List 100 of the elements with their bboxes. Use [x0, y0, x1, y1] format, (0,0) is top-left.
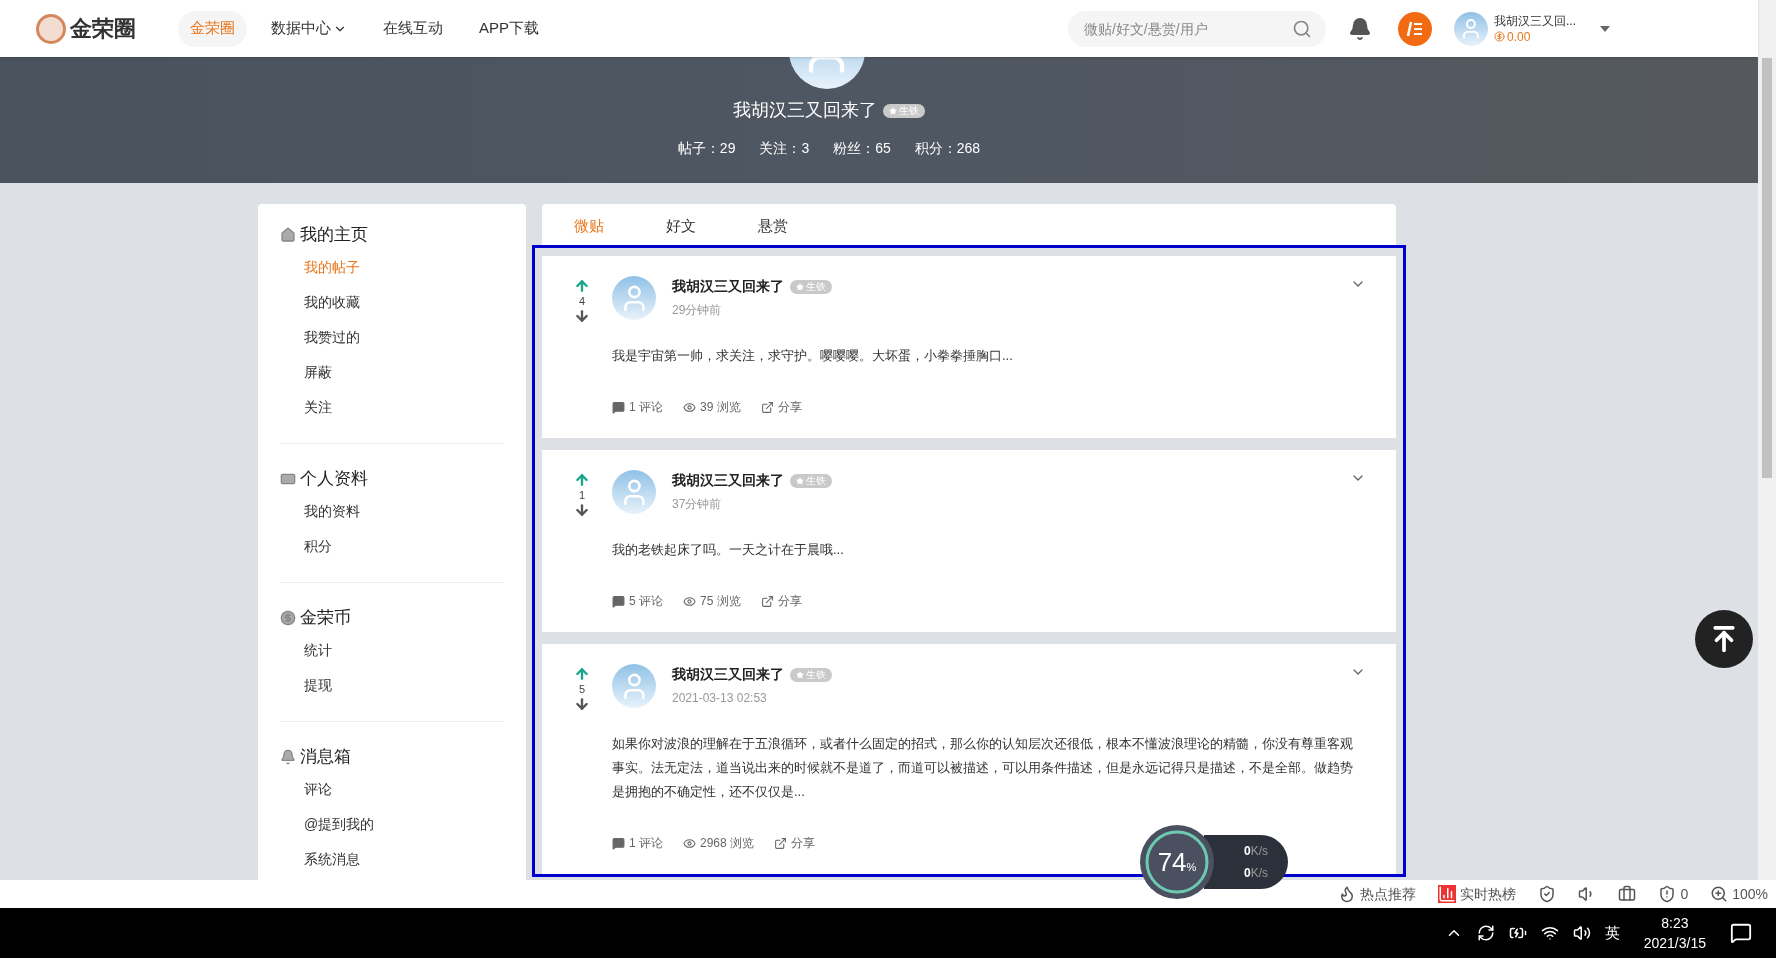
- clock-time[interactable]: 8:23: [1661, 913, 1689, 933]
- sidebar-item[interactable]: 我的收藏: [304, 285, 360, 320]
- tab[interactable]: 好文: [666, 214, 696, 237]
- usage-ring: [1143, 828, 1211, 896]
- sidebar-item[interactable]: 我赞过的: [304, 320, 360, 355]
- input-method[interactable]: 英: [1604, 921, 1620, 945]
- sidebar-heading: 消息箱: [300, 746, 351, 769]
- sidebar-heading: 我的主页: [300, 224, 368, 247]
- post-text[interactable]: 如果你对波浪的理解在于五浪循环，或者什么固定的招式，那么你的认知层次还很低，根本不懂波浪理论的精髓，你没有尊重客观事实。法无定法，道当说出来的时候就不是道了，而道可以被描述，可以用条件描述，但是永远记得只是描述，不是全部。做趋势是拥抱的不确定性，还不仅仅是...: [612, 732, 1364, 804]
- nav-link[interactable]: APP下载: [467, 10, 551, 47]
- author-name[interactable]: 我胡汉三又回来了: [672, 470, 784, 491]
- zoom-icon: [1710, 885, 1729, 903]
- post-text[interactable]: 我是宇宙第一帅，求关注，求守护。嘤嘤嘤。大坏蛋，小拳拳捶胸口...: [612, 344, 1364, 368]
- vote-count: 4: [578, 294, 586, 308]
- view-count: 75 浏览: [700, 593, 741, 610]
- view-count: 2968 浏览: [700, 835, 755, 852]
- avatar: [612, 664, 656, 708]
- wifi-icon[interactable]: [1540, 924, 1559, 942]
- eye-icon: [683, 594, 696, 608]
- avatar: [1454, 11, 1488, 46]
- logo-icon: [36, 13, 66, 44]
- sidebar-item[interactable]: 我的资料: [304, 494, 360, 529]
- usage-percent: 74%: [1157, 845, 1197, 879]
- sidebar-heading: 金荣币: [300, 607, 351, 630]
- sidebar-item[interactable]: 评论: [304, 772, 332, 807]
- sidebar-heading: 个人资料: [300, 468, 368, 491]
- upload-speed: 0K/s: [1243, 843, 1270, 860]
- shield-icon[interactable]: [1538, 885, 1557, 903]
- profile-stat: 关注：3: [759, 139, 810, 158]
- post-time: 2021-03-13 02:53: [672, 690, 768, 707]
- profile-stat: 帖子：29: [677, 139, 736, 158]
- tab[interactable]: 悬赏: [758, 214, 788, 237]
- post-time: 29分钟前: [672, 302, 723, 319]
- comment-icon: [612, 836, 625, 850]
- notification-icon[interactable]: [1730, 922, 1752, 944]
- profile-stat: 积分：268: [914, 139, 981, 158]
- volume-icon[interactable]: [1572, 924, 1591, 942]
- sidebar-item[interactable]: 积分: [304, 529, 332, 564]
- coin-icon: [1494, 31, 1505, 42]
- comment-icon: [612, 594, 625, 608]
- bell-icon: [280, 749, 296, 765]
- comment-count[interactable]: 5 评论: [629, 592, 663, 610]
- sync-icon[interactable]: [1476, 924, 1495, 942]
- search-icon[interactable]: [1292, 18, 1312, 39]
- view-count: 39 浏览: [700, 399, 741, 416]
- downvote-icon[interactable]: [574, 308, 590, 324]
- share-link[interactable]: 分享: [777, 592, 802, 610]
- downvote-icon[interactable]: [574, 502, 590, 518]
- share-icon: [760, 594, 774, 608]
- back-to-top-button[interactable]: [1695, 610, 1753, 668]
- sidebar-item[interactable]: @提到我的: [304, 807, 375, 842]
- avatar: [612, 470, 656, 514]
- zoom-level[interactable]: 100%: [1732, 883, 1768, 905]
- editor-icon[interactable]: [1398, 11, 1432, 46]
- share-icon: [774, 836, 788, 850]
- comment-icon: [612, 400, 625, 414]
- eye-icon: [683, 400, 696, 414]
- upvote-icon[interactable]: [574, 472, 590, 488]
- home-icon: [280, 227, 296, 243]
- sidebar-item[interactable]: 屏蔽: [304, 355, 332, 390]
- download-speed: 0K/s: [1243, 865, 1270, 882]
- post-text[interactable]: 我的老铁起床了吗。一天之计在于晨哦...: [612, 538, 1364, 562]
- blocked-count[interactable]: 0: [1680, 883, 1689, 905]
- comment-count[interactable]: 1 评论: [629, 834, 663, 852]
- sidebar-item[interactable]: 提现: [304, 668, 332, 703]
- logo-text[interactable]: 金荣圈: [70, 12, 136, 45]
- upvote-icon[interactable]: [574, 666, 590, 682]
- notification-bell-icon[interactable]: [1348, 16, 1372, 41]
- author-name[interactable]: 我胡汉三又回来了: [672, 664, 784, 685]
- comment-count[interactable]: 1 评论: [629, 398, 663, 416]
- post-time: 37分钟前: [672, 496, 723, 513]
- profile-name: 我胡汉三又回来了: [733, 99, 877, 122]
- chart-icon: [1438, 885, 1457, 903]
- sidebar-item[interactable]: 统计: [304, 633, 332, 668]
- avatar: [612, 276, 656, 320]
- share-link[interactable]: 分享: [777, 398, 802, 416]
- share-icon: [760, 400, 774, 414]
- toolbox-icon[interactable]: [1618, 885, 1637, 903]
- sidebar-item[interactable]: 系统消息: [304, 842, 360, 877]
- user-name[interactable]: 我胡汉三又回...: [1494, 12, 1576, 29]
- caret-icon[interactable]: [1600, 25, 1610, 32]
- scrollbar[interactable]: [1758, 0, 1776, 880]
- clock-date[interactable]: 2021/3/15: [1643, 933, 1706, 953]
- profile-stat: 粉丝：65: [833, 139, 891, 158]
- profile-icon: [280, 471, 296, 487]
- search-field[interactable]: 微贴/好文/悬赏/用户: [1068, 10, 1326, 47]
- vote-count: 1: [578, 488, 586, 502]
- author-name[interactable]: 我胡汉三又回来了: [672, 276, 784, 297]
- hot-topics-link[interactable]: 热点推荐: [1360, 883, 1417, 905]
- upvote-icon[interactable]: [574, 278, 590, 294]
- trending-link[interactable]: 实时热榜: [1460, 883, 1517, 905]
- user-balance: 0.00: [1507, 28, 1531, 45]
- coin-icon: [280, 610, 296, 626]
- nav-link[interactable]: 数据中心: [259, 10, 359, 47]
- vote-count: 5: [578, 682, 586, 696]
- sidebar-item[interactable]: 关注: [304, 390, 332, 425]
- ad-block-icon: [1658, 885, 1677, 903]
- share-link[interactable]: 分享: [791, 834, 816, 852]
- nav-link[interactable]: 在线互动: [371, 10, 455, 47]
- downvote-icon[interactable]: [574, 696, 590, 712]
